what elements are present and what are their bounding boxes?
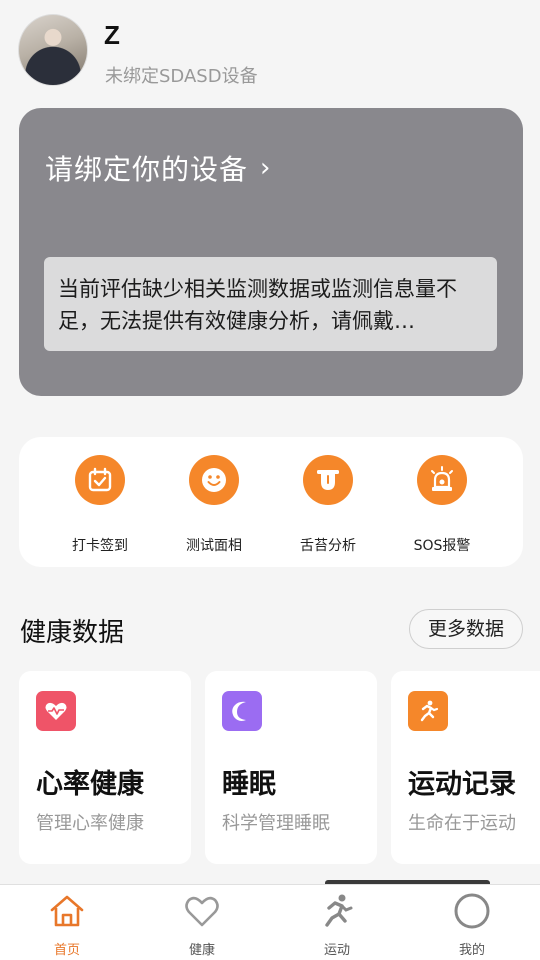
sleep-card[interactable]: 睡眠 科学管理睡眠: [205, 671, 377, 864]
sleep-title: 睡眠: [222, 769, 276, 800]
user-name: Z: [104, 20, 120, 50]
monitoring-notice: 当前评估缺少相关监测数据或监测信息量不 足，无法提供有效健康分析，请佩戴…: [44, 257, 497, 351]
tongue-icon: [303, 455, 353, 505]
home-icon: [50, 895, 84, 927]
exercise-record-title: 运动记录: [408, 769, 516, 800]
moon-icon: [222, 691, 262, 731]
checkin-button[interactable]: 打卡签到: [45, 455, 155, 555]
nav-profile[interactable]: 我的: [427, 891, 517, 958]
health-data-title: 健康数据: [20, 618, 125, 648]
notice-line-1: 当前评估缺少相关监测数据或监测信息量不: [58, 277, 457, 301]
bottom-nav: 首页 健康 运动 我的: [0, 884, 540, 960]
heart-pulse-icon: [36, 691, 76, 731]
device-status: 未绑定SDASD设备: [105, 66, 258, 87]
checkin-label: 打卡签到: [72, 538, 128, 554]
more-data-button[interactable]: 更多数据: [409, 609, 523, 649]
runner-icon: [325, 894, 353, 927]
bind-device-label: 请绑定你的设备: [45, 153, 249, 186]
nav-home[interactable]: 首页: [22, 891, 112, 958]
bind-device-link[interactable]: 请绑定你的设备 ›: [45, 148, 270, 188]
calendar-check-icon: [75, 455, 125, 505]
home-screen: Z 未绑定SDASD设备 请绑定你的设备 › 当前评估缺少相关监测数据或监测信息…: [0, 0, 540, 960]
heart-rate-card[interactable]: 心率健康 管理心率健康: [19, 671, 191, 864]
avatar[interactable]: [18, 14, 88, 86]
exercise-record-card[interactable]: 运动记录 生命在于运动: [391, 671, 540, 864]
device-bind-card: 请绑定你的设备 › 当前评估缺少相关监测数据或监测信息量不 足，无法提供有效健康…: [19, 108, 523, 396]
sos-alarm-button[interactable]: SOS报警: [387, 455, 497, 555]
nav-health[interactable]: 健康: [157, 891, 247, 958]
face-test-button[interactable]: 测试面相: [159, 455, 269, 555]
nav-exercise-label: 运动: [323, 943, 350, 958]
nav-home-label: 首页: [53, 943, 80, 958]
sos-alarm-label: SOS报警: [413, 538, 471, 554]
nav-health-label: 健康: [188, 943, 215, 958]
quick-actions-panel: 打卡签到 测试面相 舌苔分析 SOS报警: [19, 437, 523, 567]
nav-profile-label: 我的: [458, 943, 485, 958]
heart-rate-subtitle: 管理心率健康: [36, 813, 144, 834]
user-header[interactable]: Z 未绑定SDASD设备: [18, 12, 518, 92]
notice-line-2: 足，无法提供有效健康分析，请佩戴…: [58, 309, 415, 333]
chevron-right-icon: ›: [260, 153, 271, 183]
running-icon: [408, 691, 448, 731]
tongue-analysis-button[interactable]: 舌苔分析: [273, 455, 383, 555]
heart-outline-icon: [185, 896, 219, 927]
health-cards-row[interactable]: 心率健康 管理心率健康 睡眠 科学管理睡眠 运动记录 生命在于运动: [19, 671, 540, 864]
exercise-record-subtitle: 生命在于运动: [408, 813, 516, 834]
tongue-analysis-label: 舌苔分析: [300, 538, 356, 554]
heart-rate-title: 心率健康: [36, 769, 144, 800]
alarm-siren-icon: [417, 455, 467, 505]
smiley-face-icon: [189, 455, 239, 505]
nav-exercise[interactable]: 运动: [292, 891, 382, 958]
sleep-subtitle: 科学管理睡眠: [222, 813, 330, 834]
face-test-label: 测试面相: [186, 538, 242, 554]
profile-circle-icon: [454, 893, 490, 929]
